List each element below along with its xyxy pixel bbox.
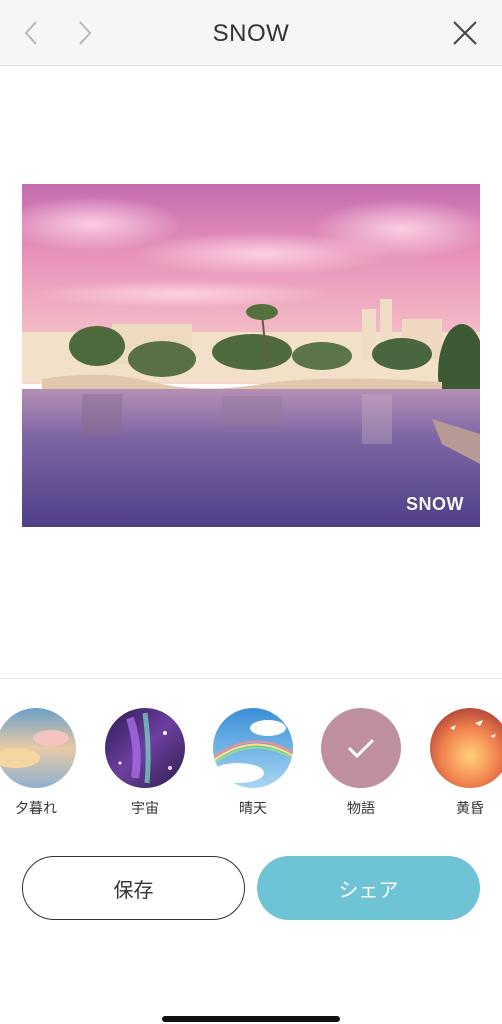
filter-thumbnail[interactable] [0, 708, 76, 788]
home-indicator [162, 1016, 340, 1022]
divider [0, 678, 502, 679]
watermark: SNOW [406, 494, 464, 514]
close-icon [453, 21, 477, 45]
filter-label: 黄昏 [456, 800, 484, 816]
filter-item-clear-sky[interactable]: 晴天 [213, 708, 293, 818]
filter-item-twilight[interactable]: 黄昏 [430, 708, 502, 818]
filter-label: 夕暮れ [15, 800, 57, 816]
filter-carousel[interactable]: 夕暮れ 宇宙 晴天 物語 黄昏 [0, 708, 502, 828]
checkmark-icon [321, 708, 401, 788]
filter-item-story[interactable]: 物語 [321, 708, 401, 818]
filter-thumbnail[interactable] [213, 708, 293, 788]
filter-item-space[interactable]: 宇宙 [105, 708, 185, 818]
edited-photo: SNOW [22, 184, 480, 527]
filter-label: 宇宙 [131, 800, 159, 816]
filter-thumbnail[interactable] [105, 708, 185, 788]
top-bar: SNOW [0, 0, 502, 66]
filter-thumbnail[interactable] [430, 708, 502, 788]
page-title: SNOW [212, 20, 290, 47]
photo-scene [22, 184, 480, 527]
filter-thumbnail[interactable] [321, 708, 401, 788]
filter-label: 物語 [347, 800, 375, 816]
share-button[interactable]: シェア [257, 856, 480, 920]
close-button[interactable] [450, 18, 480, 48]
filter-item-sunset[interactable]: 夕暮れ [0, 708, 76, 818]
filter-label: 晴天 [239, 800, 267, 816]
save-button[interactable]: 保存 [22, 856, 245, 920]
